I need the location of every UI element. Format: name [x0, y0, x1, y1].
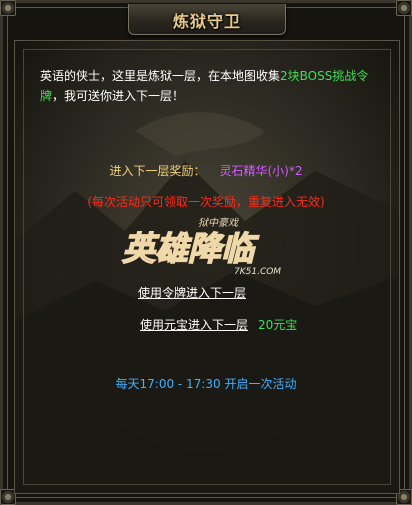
reward-row: 进入下一层奖励： 灵石精华(小)*2	[0, 162, 412, 179]
use-token-button[interactable]: 使用令牌进入下一层	[138, 284, 246, 301]
corner-rivet-icon	[396, 0, 412, 16]
intro-text-part2: ，我可送你进入下一层！	[52, 89, 185, 103]
reward-value: 灵石精华(小)*2	[219, 164, 303, 178]
window-title: 炼狱守卫	[172, 12, 241, 31]
intro-text-part1: 英语的侠士，这里是炼狱一层，在本地图收集	[40, 69, 281, 83]
schedule-text: 每天17:00 - 17:30 开启一次活动	[115, 377, 297, 391]
game-logo: 狱中豪戏 英雄降临 7K51.COM	[121, 217, 281, 277]
ingot-price: 20元宝	[258, 318, 298, 332]
logo-small-text: 狱中豪戏	[198, 217, 239, 229]
notice-text: (每次活动只可领取一次奖励，重复进入无效)	[87, 195, 325, 209]
corner-rivet-icon	[0, 0, 16, 16]
logo-site-text: 7K51.COM	[234, 267, 281, 277]
logo-main-text: 英雄降临	[122, 229, 260, 268]
reward-label: 进入下一层奖励：	[109, 164, 206, 178]
use-ingot-button[interactable]: 使用元宝进入下一层	[140, 316, 248, 333]
intro-text: 英语的侠士，这里是炼狱一层，在本地图收集2块BOSS挑战令牌，我可送你进入下一层…	[40, 66, 380, 106]
title-bar: 炼狱守卫	[128, 4, 286, 35]
